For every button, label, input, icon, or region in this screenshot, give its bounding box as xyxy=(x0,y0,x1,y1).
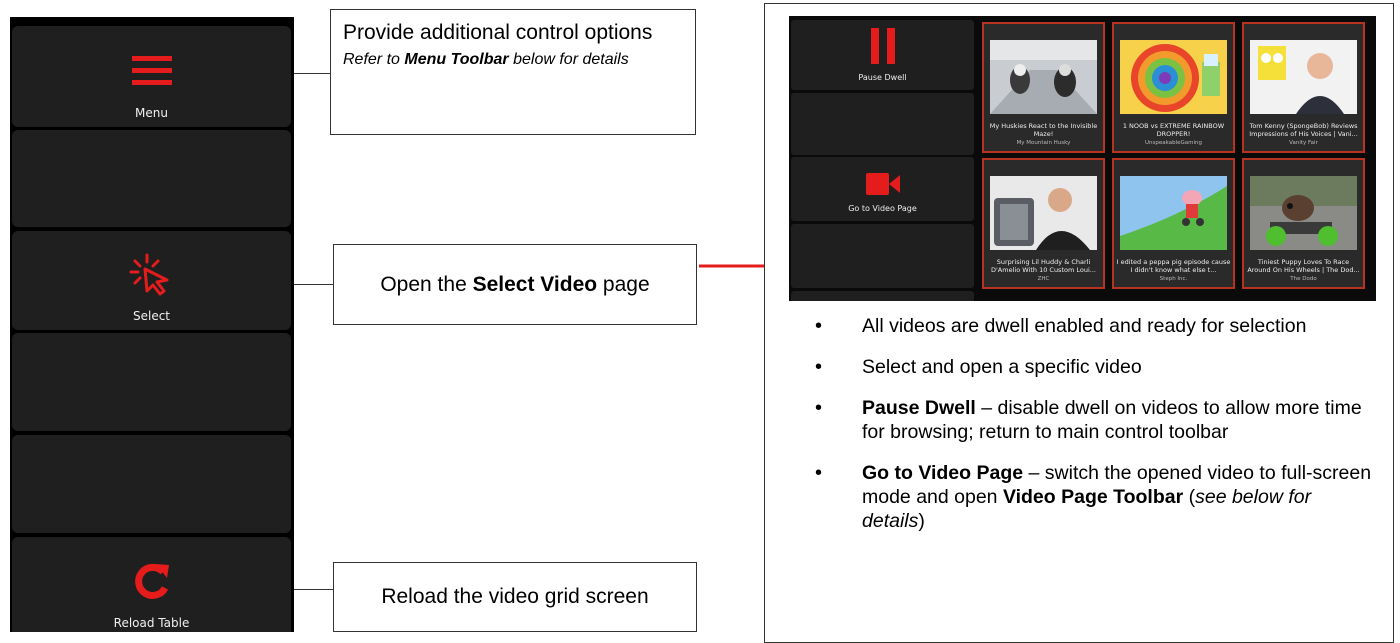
empty-slot xyxy=(791,93,974,155)
video-tile[interactable]: I edited a peppa pig episode cause I did… xyxy=(1112,158,1235,289)
select-callout: Open the Select Video page xyxy=(333,244,697,325)
video-tile[interactable]: Surprising Lil Huddy & Charli D'Amelio W… xyxy=(982,158,1105,289)
menu-button-label: Menu xyxy=(135,106,168,120)
video-thumbnail xyxy=(1250,40,1357,114)
reload-icon xyxy=(12,561,291,601)
select-video-panel: Pause Dwell Go to Video Page My Huskies … xyxy=(764,3,1394,643)
video-thumbnail xyxy=(1250,176,1357,250)
reload-table-label: Reload Table xyxy=(113,616,190,630)
menu-callout-note: Refer to Menu Toolbar below for details xyxy=(343,51,629,68)
list-item: Go to Video Page – switch the opened vid… xyxy=(815,461,1375,533)
list-item: All videos are dwell enabled and ready f… xyxy=(815,314,1375,338)
pause-icon xyxy=(791,28,974,64)
list-item: Select and open a specific video xyxy=(815,355,1375,379)
feature-list: All videos are dwell enabled and ready f… xyxy=(815,314,1375,550)
video-tile[interactable]: My Huskies React to the Invisible Maze! … xyxy=(982,22,1105,153)
reload-callout-text: Reload the video grid screen xyxy=(381,585,649,608)
video-thumbnail xyxy=(1120,40,1227,114)
list-item: Pause Dwell – disable dwell on videos to… xyxy=(815,396,1375,444)
reload-callout: Reload the video grid screen xyxy=(333,562,697,632)
select-button[interactable]: Select xyxy=(12,231,291,330)
empty-toolbar-slot xyxy=(12,435,291,533)
menu-callout: Provide additional control options Refer… xyxy=(330,9,696,135)
menu-callout-text: Provide additional control options xyxy=(343,21,653,44)
video-camera-icon xyxy=(791,173,974,195)
reload-table-button[interactable]: Reload Table xyxy=(12,537,291,632)
main-control-toolbar: Menu Select Reload Table xyxy=(10,17,294,632)
video-thumbnail xyxy=(990,176,1097,250)
video-thumbnail xyxy=(990,40,1097,114)
empty-toolbar-slot xyxy=(12,130,291,227)
video-thumbnail xyxy=(1120,176,1227,250)
select-video-screenshot: Pause Dwell Go to Video Page My Huskies … xyxy=(789,16,1376,301)
select-button-label: Select xyxy=(132,309,171,323)
video-tile[interactable]: Tom Kenny (SpongeBob) Reviews Impression… xyxy=(1242,22,1365,153)
select-callout-connector xyxy=(294,284,333,285)
go-to-video-page-button[interactable]: Go to Video Page xyxy=(791,157,974,221)
video-tile[interactable]: 1 NOOB vs EXTREME RAINBOW DROPPER! Unspe… xyxy=(1112,22,1235,153)
empty-slot xyxy=(791,224,974,288)
pause-dwell-button[interactable]: Pause Dwell xyxy=(791,20,974,90)
empty-toolbar-slot xyxy=(12,333,291,431)
reload-callout-connector xyxy=(294,589,333,590)
menu-callout-connector xyxy=(294,73,330,74)
menu-button[interactable]: Menu xyxy=(12,26,291,127)
hamburger-menu-icon xyxy=(12,54,291,94)
cursor-click-icon xyxy=(12,253,291,296)
video-tile[interactable]: Tiniest Puppy Loves To Race Around On Hi… xyxy=(1242,158,1365,289)
empty-slot xyxy=(791,291,974,301)
